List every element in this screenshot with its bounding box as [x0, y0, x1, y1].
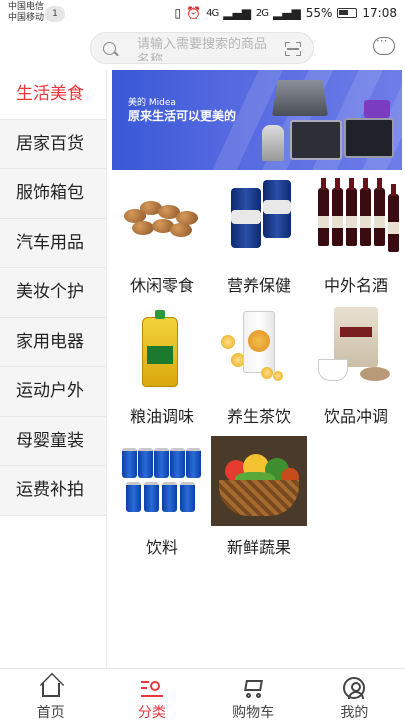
category-label: 休闲零食: [129, 276, 194, 295]
category-drinks[interactable]: 饮料: [114, 436, 210, 563]
wine-bottles-image: [308, 174, 404, 264]
home-icon: [41, 683, 60, 697]
category-label: 中外名酒: [323, 276, 388, 295]
battery-icon: [337, 8, 358, 18]
sidebar-item-outdoor[interactable]: 运动户外: [0, 367, 106, 417]
banner-slogan: 原来生活可以更美的: [128, 109, 237, 123]
range-hood-image: [272, 80, 328, 116]
battery-percent: 55%: [305, 6, 333, 20]
network-1: 4G: [206, 7, 219, 19]
network-2: 2G: [255, 7, 269, 19]
sidebar-item-baby[interactable]: 母婴童装: [0, 416, 106, 466]
soda-cans-image: [114, 436, 210, 526]
category-fresh-produce[interactable]: 新鲜蔬果: [211, 436, 307, 563]
category-snacks[interactable]: 休闲零食: [114, 174, 210, 301]
herbal-tea-image: [211, 305, 307, 395]
tab-category[interactable]: 分类: [101, 669, 202, 721]
category-label: 粮油调味: [129, 407, 194, 426]
tab-home[interactable]: 首页: [0, 669, 101, 721]
clock: 17:08: [362, 6, 397, 20]
category-label: 饮品冲调: [323, 407, 388, 426]
category-tea[interactable]: 养生茶饮: [211, 305, 307, 432]
tab-profile[interactable]: 我的: [304, 669, 405, 721]
oven-image: [290, 120, 342, 160]
sidebar-item-auto[interactable]: 汽车用品: [0, 218, 106, 268]
carrier-1: 中国电信: [8, 2, 45, 12]
mixer-image: [262, 125, 284, 161]
profile-icon: [343, 677, 366, 699]
sidebar-item-shipping[interactable]: 运费补拍: [0, 466, 106, 516]
microwave-image: [344, 118, 394, 158]
nuts-image: [114, 174, 210, 264]
carrier-info: 中国电信 中国移动: [8, 2, 44, 24]
coffee-image: [308, 305, 404, 395]
status-bar: 中国电信 中国移动 1 ▯ ⏰ 4G ▂▄▆ 2G ▂▄▆ 55% 17:08: [0, 0, 405, 28]
vibrate-icon: ▯: [174, 6, 182, 20]
cooking-oil-image: [114, 305, 210, 395]
sidebar-item-appliances[interactable]: 家用电器: [0, 317, 106, 367]
search-icon: [103, 42, 116, 55]
bottom-tab-bar: 首页 分类 购物车 我的: [0, 668, 405, 721]
search-input[interactable]: 请输入需要搜索的商品名称: [90, 32, 314, 64]
category-label: 营养保健: [226, 276, 291, 295]
supplement-bottles-image: [211, 174, 307, 264]
category-icon: [140, 677, 163, 697]
tab-label: 首页: [36, 705, 65, 721]
category-grain-oil[interactable]: 粮油调味: [114, 305, 210, 432]
status-indicators: ▯ ⏰ 4G ▂▄▆ 2G ▂▄▆ 55% 17:08: [175, 6, 397, 20]
sidebar-item-food[interactable]: 生活美食: [0, 70, 106, 120]
tab-label: 我的: [340, 705, 369, 721]
tab-label: 购物车: [232, 705, 275, 721]
sidebar-item-apparel-bags[interactable]: 服饰箱包: [0, 169, 106, 219]
category-label: 新鲜蔬果: [226, 538, 291, 557]
category-sidebar: 生活美食 居家百货 服饰箱包 汽车用品 美妆个护 家用电器 运动户外 母婴童装 …: [0, 70, 107, 668]
category-label: 养生茶饮: [226, 407, 291, 426]
carrier-2: 中国移动: [8, 13, 45, 23]
vegetable-basket-image: [211, 436, 307, 526]
message-icon[interactable]: [373, 34, 395, 55]
sidebar-item-beauty[interactable]: 美妆个护: [0, 268, 106, 318]
promo-banner[interactable]: 美的 Midea 原来生活可以更美的: [112, 70, 402, 170]
category-health[interactable]: 营养保健: [211, 174, 307, 301]
category-beverage-mix[interactable]: 饮品冲调: [308, 305, 404, 432]
scan-icon[interactable]: [285, 42, 301, 56]
category-content: 美的 Midea 原来生活可以更美的 休闲零食 营养保健 中外名酒 粮油调味 养…: [112, 70, 402, 668]
search-header: 请输入需要搜索的商品名称: [0, 28, 405, 70]
sidebar-item-home-goods[interactable]: 居家百货: [0, 119, 106, 169]
category-label: 饮料: [145, 538, 178, 557]
tab-cart[interactable]: 购物车: [203, 669, 304, 721]
signal-icon-2: ▂▄▆: [273, 6, 301, 20]
cart-icon: [242, 677, 264, 698]
search-placeholder: 请输入需要搜索的商品名称: [137, 37, 267, 61]
signal-icon: ▂▄▆: [223, 6, 251, 20]
category-wine[interactable]: 中外名酒: [308, 174, 404, 301]
appliance-image: [364, 100, 390, 118]
notification-badge: 1: [45, 6, 65, 22]
alarm-icon: ⏰: [186, 6, 202, 20]
tab-label: 分类: [137, 705, 166, 721]
